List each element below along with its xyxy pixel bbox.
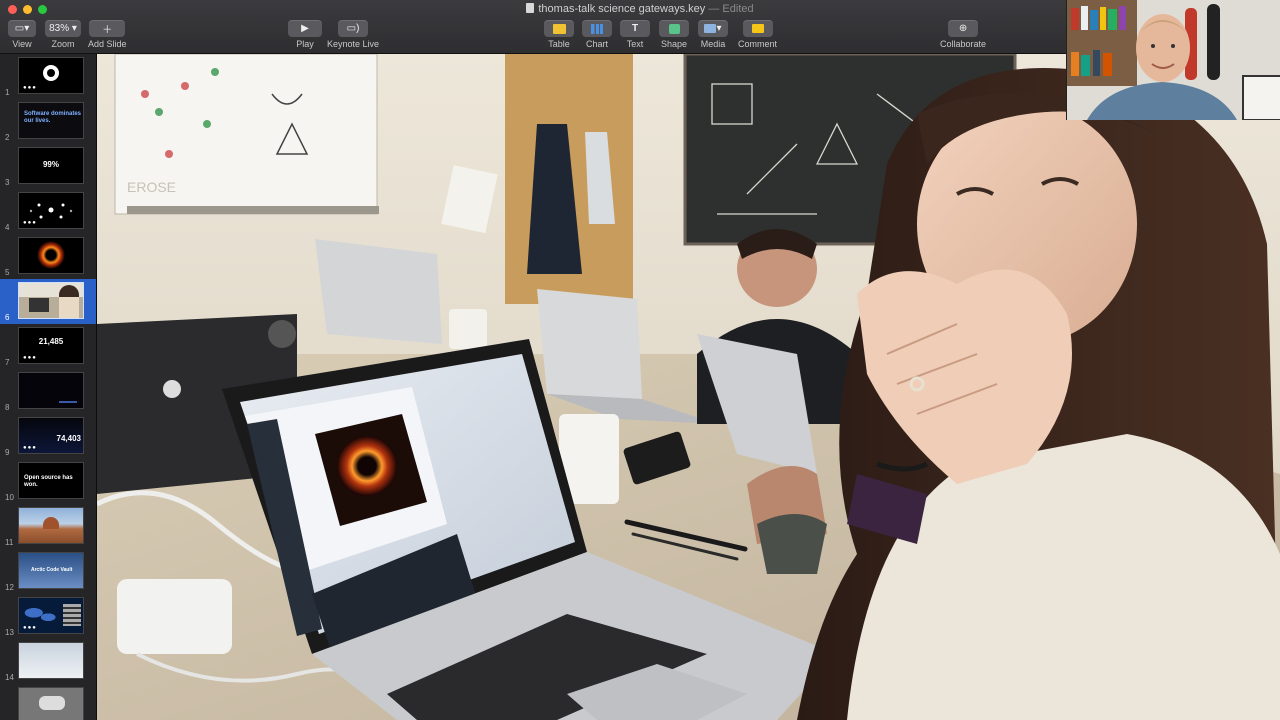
paper-cup-1 bbox=[449, 309, 487, 349]
slide-12-preview: Arctic Code Vault bbox=[18, 552, 84, 589]
keynote-live-icon: ▭) bbox=[338, 20, 369, 37]
slide-2-preview: Software dominates our lives. bbox=[18, 102, 84, 139]
keynote-live-button[interactable]: ▭) Keynote Live bbox=[327, 20, 379, 49]
slide-thumbnail-4[interactable]: ●●● 4 bbox=[0, 189, 96, 234]
slide-thumbnail-10[interactable]: Open source has won. 10 bbox=[0, 459, 96, 504]
comment-button[interactable]: Comment bbox=[738, 20, 777, 49]
power-adapter bbox=[117, 579, 232, 654]
slide-6-preview bbox=[18, 282, 84, 319]
close-window-button[interactable] bbox=[8, 5, 17, 14]
comment-icon bbox=[742, 20, 773, 37]
document-icon bbox=[526, 3, 535, 13]
media-icon: ▾ bbox=[698, 20, 728, 37]
slide-3-preview: 99% bbox=[18, 147, 84, 184]
slide-4-preview: ●●● bbox=[18, 192, 84, 229]
minimize-window-button[interactable] bbox=[23, 5, 32, 14]
chart-button[interactable]: Chart bbox=[582, 20, 612, 49]
webcam-feed bbox=[1067, 0, 1280, 120]
black-hole-image bbox=[337, 436, 397, 496]
laptop-back-2 bbox=[537, 289, 642, 399]
slide-10-preview: Open source has won. bbox=[18, 462, 84, 499]
thumb-laptop bbox=[29, 298, 49, 312]
slide-thumbnail-6[interactable]: 6 bbox=[0, 279, 96, 324]
man-sleeve bbox=[757, 514, 827, 574]
webcam-overlay bbox=[1066, 0, 1280, 120]
slide-15-preview bbox=[18, 687, 84, 720]
slide-1-preview: ●●● bbox=[18, 57, 84, 94]
shape-button[interactable]: Shape bbox=[659, 20, 689, 49]
collaborate-icon: ⊕ bbox=[948, 20, 979, 37]
text-button[interactable]: T Text bbox=[620, 20, 650, 49]
slide-5-preview bbox=[18, 237, 84, 274]
presenter-face bbox=[1136, 14, 1190, 82]
slide-thumbnail-7[interactable]: 21,485 ●●● 7 bbox=[0, 324, 96, 369]
slide-thumbnail-11[interactable]: 11 bbox=[0, 504, 96, 549]
slide-9-preview: 74,403 ●●● bbox=[18, 417, 84, 454]
slide-14-preview bbox=[18, 642, 84, 679]
laptop-back-1 bbox=[315, 239, 442, 344]
slide-thumbnail-13[interactable]: ●●● 13 bbox=[0, 594, 96, 639]
whiteboard-tray bbox=[127, 206, 379, 214]
slide-thumbnail-15[interactable] bbox=[0, 684, 96, 720]
slide-thumbnail-2[interactable]: Software dominates our lives. 2 bbox=[0, 99, 96, 144]
slide-thumbnail-8[interactable]: 8 bbox=[0, 369, 96, 414]
laptop-sticker bbox=[268, 320, 296, 348]
slide-photo: EROSE bbox=[97, 54, 1280, 720]
thumb-line bbox=[59, 401, 77, 403]
slide-thumbnail-1[interactable]: ●●● 1 bbox=[0, 54, 96, 99]
sidebar-view-icon: ▭▾ bbox=[8, 20, 36, 37]
thumb-map bbox=[23, 604, 59, 626]
plus-icon: ＋ bbox=[89, 20, 126, 37]
zoom-value: 83% ▾ bbox=[45, 20, 81, 37]
play-button[interactable]: ▶ Play bbox=[288, 20, 322, 49]
slide-thumbnail-14[interactable]: 14 bbox=[0, 639, 96, 684]
thumb-microscope bbox=[39, 696, 65, 710]
table-button[interactable]: Table bbox=[544, 20, 574, 49]
add-slide-button[interactable]: ＋ Add Slide bbox=[88, 20, 127, 49]
play-icon: ▶ bbox=[288, 20, 322, 37]
slide-13-preview: ●●● bbox=[18, 597, 84, 634]
apple-logo-icon bbox=[163, 380, 181, 398]
zoom-window-button[interactable] bbox=[38, 5, 47, 14]
view-button[interactable]: ▭▾ View bbox=[8, 20, 36, 49]
slide-thumbnail-12[interactable]: Arctic Code Vault 12 bbox=[0, 549, 96, 594]
slide-navigator: ●●● 1 Software dominates our lives. 2 99… bbox=[0, 54, 97, 720]
table-icon bbox=[544, 20, 574, 37]
skateboard-2 bbox=[1207, 4, 1220, 80]
slide-7-preview: 21,485 ●●● bbox=[18, 327, 84, 364]
zoom-menu[interactable]: 83% ▾ Zoom bbox=[45, 20, 81, 49]
slide-thumbnail-9[interactable]: 74,403 ●●● 9 bbox=[0, 414, 96, 459]
chart-icon bbox=[582, 20, 612, 37]
media-button[interactable]: ▾ Media bbox=[698, 20, 728, 49]
thumb-dome bbox=[43, 517, 59, 529]
slide-thumbnail-3[interactable]: 99% 3 bbox=[0, 144, 96, 189]
slide-thumbnail-5[interactable]: 5 bbox=[0, 234, 96, 279]
slide-11-preview bbox=[18, 507, 84, 544]
black-hole-image bbox=[37, 241, 65, 269]
text-icon: T bbox=[620, 20, 650, 37]
shape-icon bbox=[659, 20, 689, 37]
picture-frame bbox=[1242, 75, 1280, 120]
github-icon-inner bbox=[47, 69, 55, 77]
collaborate-button[interactable]: ⊕ Collaborate bbox=[940, 20, 986, 49]
slide-canvas[interactable]: EROSE bbox=[97, 54, 1280, 720]
thumb-grid bbox=[63, 604, 81, 626]
slide-8-preview bbox=[18, 372, 84, 409]
svg-text:EROSE: EROSE bbox=[127, 179, 176, 195]
